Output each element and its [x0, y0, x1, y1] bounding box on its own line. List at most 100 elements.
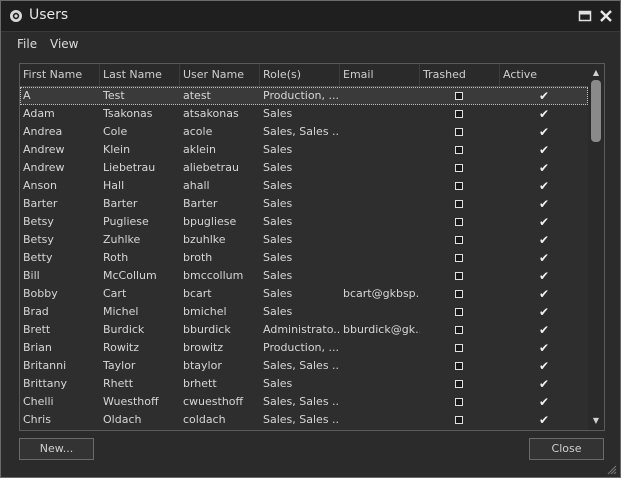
trashed-checkbox[interactable]: [455, 236, 463, 244]
table-row[interactable]: Brittany Rhett brhett Sales ✔: [20, 375, 588, 393]
trashed-checkbox[interactable]: [455, 362, 463, 370]
trashed-checkbox[interactable]: [455, 290, 463, 298]
header-trashed[interactable]: Trashed: [420, 64, 500, 86]
header-first-name[interactable]: First Name: [20, 64, 100, 86]
header-last-name[interactable]: Last Name: [100, 64, 180, 86]
cell-first: Brad: [23, 305, 49, 318]
trashed-checkbox[interactable]: [455, 128, 463, 136]
cell-email: [340, 375, 420, 393]
cell-last: Hall: [103, 179, 125, 192]
cell-user: broth: [183, 251, 213, 264]
close-icon[interactable]: [599, 9, 613, 23]
table-row[interactable]: Andrew Klein aklein Sales ✔: [20, 141, 588, 159]
active-check-icon[interactable]: ✔: [539, 124, 549, 140]
trashed-checkbox[interactable]: [455, 272, 463, 280]
cell-email: [340, 411, 420, 429]
trashed-checkbox[interactable]: [455, 380, 463, 388]
active-check-icon[interactable]: ✔: [539, 142, 549, 158]
active-check-icon[interactable]: ✔: [539, 106, 549, 122]
active-check-icon[interactable]: ✔: [539, 214, 549, 230]
cell-email: bcart@gkbsp...: [343, 287, 420, 300]
table-row[interactable]: Adam Tsakonas atsakonas Sales ✔: [20, 105, 588, 123]
active-check-icon[interactable]: ✔: [539, 178, 549, 194]
new-button[interactable]: New...: [19, 438, 94, 460]
header-active[interactable]: Active: [500, 64, 588, 86]
resize-grip-icon[interactable]: [605, 463, 617, 475]
trashed-checkbox[interactable]: [455, 164, 463, 172]
cell-roles: Sales: [263, 269, 293, 282]
table-row[interactable]: Bill McCollum bmccollum Sales ✔: [20, 267, 588, 285]
cell-first: Betsy: [23, 233, 54, 246]
cell-roles: Sales, Sales ...: [263, 359, 340, 372]
close-button[interactable]: Close: [529, 438, 604, 460]
table-row[interactable]: Barter Barter Barter Sales ✔: [20, 195, 588, 213]
table-row[interactable]: A Test atest Production, ... ✔: [20, 87, 588, 105]
active-check-icon[interactable]: ✔: [539, 196, 549, 212]
trashed-checkbox[interactable]: [455, 398, 463, 406]
active-check-icon[interactable]: ✔: [539, 250, 549, 266]
trashed-checkbox[interactable]: [455, 254, 463, 262]
menu-file[interactable]: File: [17, 37, 37, 51]
title-bar[interactable]: Users: [1, 1, 620, 32]
trashed-checkbox[interactable]: [455, 326, 463, 334]
maximize-icon[interactable]: [578, 9, 592, 23]
active-check-icon[interactable]: ✔: [539, 412, 549, 428]
cell-user: aliebetrau: [183, 161, 239, 174]
cell-last: Test: [103, 89, 125, 102]
cell-last: Tsakonas: [103, 107, 153, 120]
cell-first: Andrea: [23, 125, 63, 138]
table-row[interactable]: Betsy Pugliese bpugliese Sales ✔: [20, 213, 588, 231]
table-row[interactable]: Bobby Cart bcart Sales bcart@gkbsp... ✔: [20, 285, 588, 303]
table-row[interactable]: Chris Oldach coldach Sales, Sales ... ✔: [20, 411, 588, 429]
table-row[interactable]: Andrew Liebetrau aliebetrau Sales ✔: [20, 159, 588, 177]
table-row[interactable]: Brett Burdick bburdick Administrato... bburd…: [20, 321, 588, 339]
active-check-icon[interactable]: ✔: [539, 304, 549, 320]
active-check-icon[interactable]: ✔: [539, 268, 549, 284]
trashed-checkbox[interactable]: [455, 110, 463, 118]
header-email[interactable]: Email: [340, 64, 420, 86]
table-row[interactable]: Andrea Cole acole Sales, Sales ... ✔: [20, 123, 588, 141]
trashed-checkbox[interactable]: [455, 416, 463, 424]
menu-view[interactable]: View: [50, 37, 78, 51]
scroll-up-icon[interactable]: ▲: [588, 66, 604, 80]
table-row[interactable]: Brad Michel bmichel Sales ✔: [20, 303, 588, 321]
active-check-icon[interactable]: ✔: [539, 88, 549, 104]
trashed-checkbox[interactable]: [455, 92, 463, 100]
active-check-icon[interactable]: ✔: [539, 358, 549, 374]
table-row[interactable]: Betsy Zuhlke bzuhlke Sales ✔: [20, 231, 588, 249]
cell-last: Cart: [103, 287, 127, 300]
table-row[interactable]: Chelli Wuesthoff cwuesthoff Sales, Sales ..…: [20, 393, 588, 411]
cell-email: bburdick@gk...: [343, 323, 420, 336]
cell-first: Brett: [23, 323, 51, 336]
active-check-icon[interactable]: ✔: [539, 286, 549, 302]
cell-first: Brian: [23, 341, 52, 354]
active-check-icon[interactable]: ✔: [539, 232, 549, 248]
trashed-checkbox[interactable]: [455, 182, 463, 190]
trashed-checkbox[interactable]: [455, 308, 463, 316]
trashed-checkbox[interactable]: [455, 344, 463, 352]
table-row[interactable]: Betty Roth broth Sales ✔: [20, 249, 588, 267]
active-check-icon[interactable]: ✔: [539, 340, 549, 356]
table-row[interactable]: Anson Hall ahall Sales ✔: [20, 177, 588, 195]
active-check-icon[interactable]: ✔: [539, 322, 549, 338]
cell-email: [340, 267, 420, 285]
active-check-icon[interactable]: ✔: [539, 376, 549, 392]
header-roles[interactable]: Role(s): [260, 64, 340, 86]
scroll-thumb[interactable]: [591, 80, 601, 142]
cell-user: atsakonas: [183, 107, 239, 120]
vertical-scrollbar[interactable]: ▲ ▼: [588, 64, 604, 430]
cell-last: Pugliese: [103, 215, 149, 228]
cell-email: [340, 159, 420, 177]
table-row[interactable]: Brian Rowitz browitz Production, ... ✔: [20, 339, 588, 357]
cell-roles: Sales: [263, 197, 293, 210]
trashed-checkbox[interactable]: [455, 218, 463, 226]
scroll-down-icon[interactable]: ▼: [588, 414, 604, 428]
active-check-icon[interactable]: ✔: [539, 160, 549, 176]
header-user-name[interactable]: User Name: [180, 64, 260, 86]
trashed-checkbox[interactable]: [455, 200, 463, 208]
table-header: First Name Last Name User Name Role(s) E…: [20, 64, 588, 87]
trashed-checkbox[interactable]: [455, 146, 463, 154]
cell-user: browitz: [183, 341, 224, 354]
active-check-icon[interactable]: ✔: [539, 394, 549, 410]
table-row[interactable]: Britanni Taylor btaylor Sales, Sales ... ✔: [20, 357, 588, 375]
